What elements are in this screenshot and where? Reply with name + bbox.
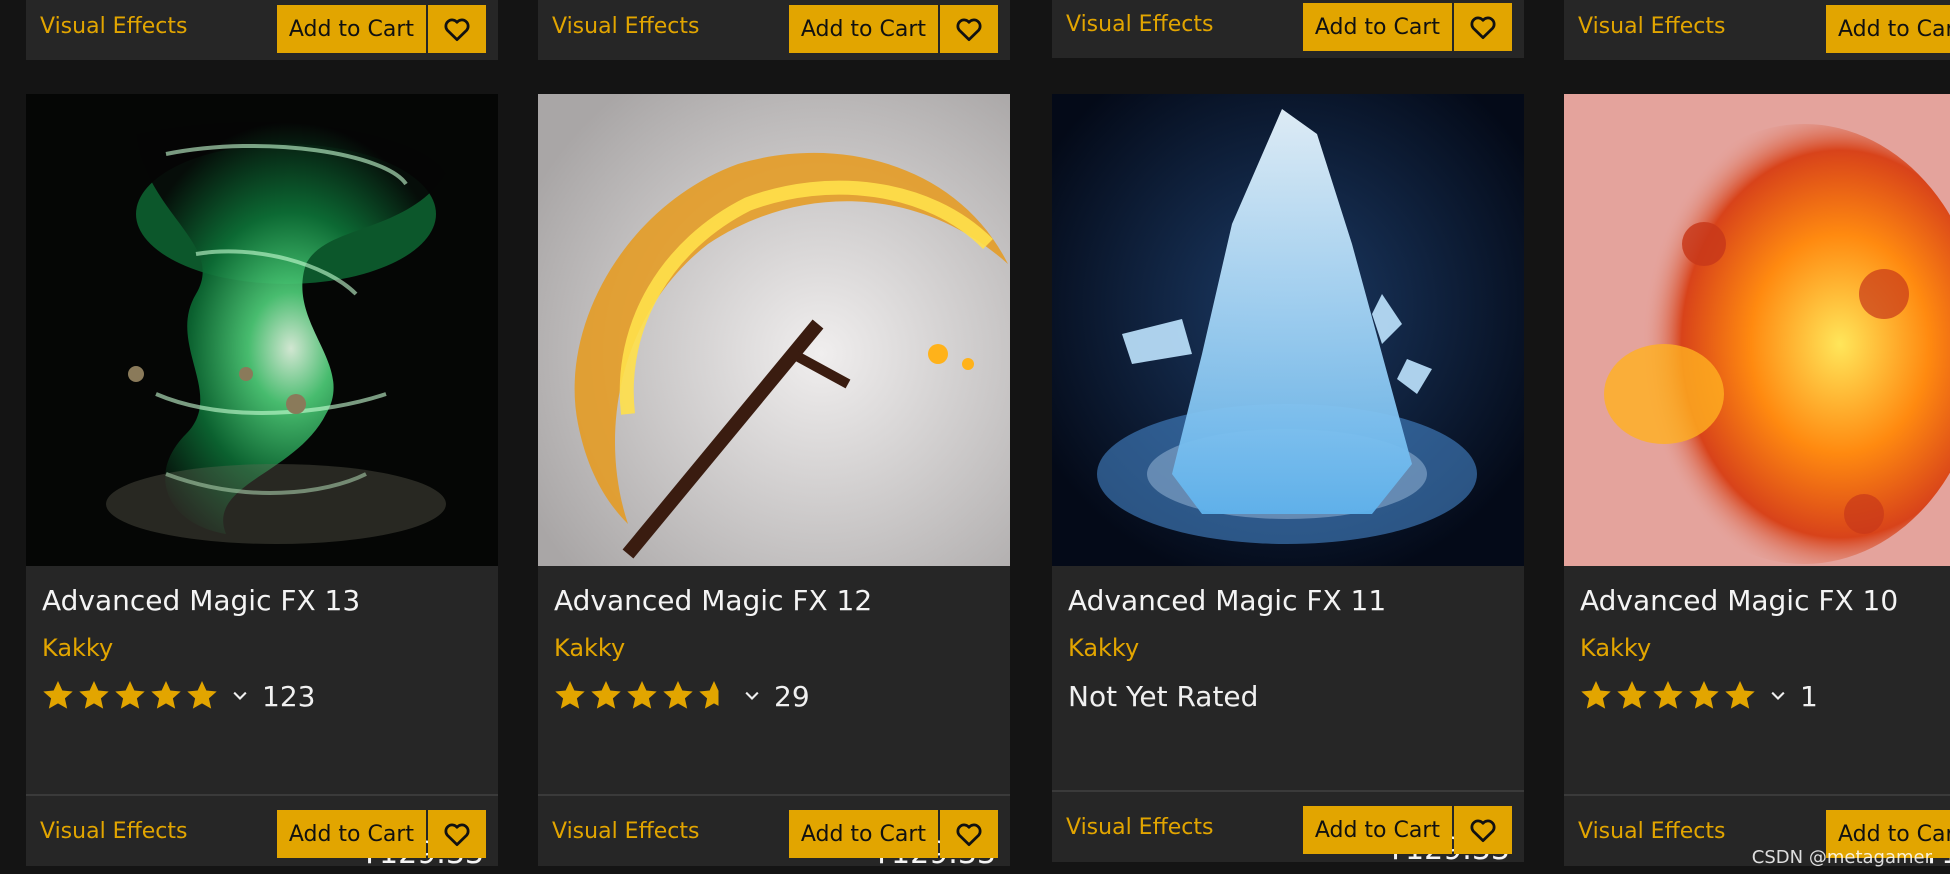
rating[interactable]: 29 bbox=[552, 676, 810, 716]
product-thumbnail[interactable] bbox=[1052, 94, 1524, 566]
prev-card-footer-2: Visual Effects Add to Cart bbox=[538, 0, 1010, 60]
category-link[interactable]: Visual Effects bbox=[1066, 815, 1213, 840]
product-title[interactable]: Advanced Magic FX 10 bbox=[1580, 584, 1898, 617]
product-title[interactable]: Advanced Magic FX 12 bbox=[554, 584, 872, 617]
wishlist-button[interactable] bbox=[428, 810, 486, 858]
watermark: CSDN @metagamer bbox=[1751, 847, 1932, 868]
add-to-cart-button[interactable]: Add to Cart bbox=[1302, 3, 1452, 51]
prev-card-footer-4: Visual Effects Add to Cart bbox=[1564, 0, 1950, 60]
category-link[interactable]: Visual Effects bbox=[1066, 12, 1213, 37]
divider bbox=[26, 794, 498, 796]
add-to-cart-button[interactable]: Add to Cart bbox=[276, 5, 426, 53]
heart-icon bbox=[444, 18, 470, 41]
category-link[interactable]: Visual Effects bbox=[552, 14, 699, 39]
add-to-cart-button[interactable]: Add to Cart bbox=[1302, 806, 1452, 854]
divider bbox=[1564, 794, 1950, 796]
category-link[interactable]: Visual Effects bbox=[1578, 14, 1725, 39]
wishlist-button[interactable] bbox=[1454, 3, 1512, 51]
category-link[interactable]: Visual Effects bbox=[40, 14, 187, 39]
product-author[interactable]: Kakky bbox=[1068, 634, 1139, 662]
product-thumbnail[interactable] bbox=[538, 94, 1010, 566]
prev-card-footer-1: Visual Effects Add to Cart bbox=[26, 0, 498, 60]
heart-icon bbox=[444, 823, 470, 846]
star-icon bbox=[1617, 681, 1647, 709]
star-icon bbox=[1725, 681, 1755, 709]
rating-stars bbox=[40, 678, 220, 714]
category-link[interactable]: Visual Effects bbox=[1578, 819, 1725, 844]
wishlist-button[interactable] bbox=[940, 5, 998, 53]
wishlist-button[interactable] bbox=[1454, 806, 1512, 854]
heart-icon bbox=[956, 823, 982, 846]
divider bbox=[538, 794, 1010, 796]
star-icon bbox=[555, 681, 585, 709]
star-icon bbox=[1689, 681, 1719, 709]
heart-icon bbox=[1470, 16, 1496, 39]
product-author[interactable]: Kakky bbox=[1580, 634, 1651, 662]
product-author[interactable]: Kakky bbox=[554, 634, 625, 662]
product-card[interactable]: Advanced Magic FX 12 Kakky 29 ¥129.33 Vi… bbox=[538, 94, 1010, 866]
star-icon bbox=[187, 681, 217, 709]
product-card[interactable]: Advanced Magic FX 11 Kakky Not Yet Rated… bbox=[1052, 94, 1524, 862]
add-to-cart-button[interactable]: Add to Cart bbox=[788, 5, 938, 53]
rating-stars bbox=[1578, 678, 1758, 714]
prev-card-footer-3: Visual Effects Add to Cart bbox=[1052, 0, 1524, 58]
product-title[interactable]: Advanced Magic FX 13 bbox=[42, 584, 360, 617]
wishlist-button[interactable] bbox=[940, 810, 998, 858]
star-icon bbox=[79, 681, 109, 709]
chevron-down-icon[interactable] bbox=[230, 686, 250, 706]
star-icon bbox=[627, 681, 657, 709]
add-to-cart-button[interactable]: Add to Cart bbox=[276, 810, 426, 858]
rating: Not Yet Rated bbox=[1066, 676, 1258, 716]
rating-count: 123 bbox=[262, 679, 316, 713]
star-icon bbox=[151, 681, 181, 709]
star-icon bbox=[1581, 681, 1611, 709]
chevron-down-icon[interactable] bbox=[1768, 686, 1788, 706]
product-title[interactable]: Advanced Magic FX 11 bbox=[1068, 584, 1386, 617]
add-to-cart-button[interactable]: Add to Cart bbox=[788, 810, 938, 858]
not-yet-rated-label: Not Yet Rated bbox=[1068, 679, 1259, 713]
rating[interactable]: 1 bbox=[1578, 676, 1818, 716]
category-link[interactable]: Visual Effects bbox=[40, 819, 187, 844]
product-author[interactable]: Kakky bbox=[42, 634, 113, 662]
rating-count: 1 bbox=[1800, 679, 1818, 713]
star-icon bbox=[115, 681, 145, 709]
product-card[interactable]: Advanced Magic FX 13 Kakky 123 ¥129.33 V… bbox=[26, 94, 498, 866]
product-thumbnail[interactable] bbox=[26, 94, 498, 566]
rating-stars bbox=[552, 678, 732, 714]
star-icon bbox=[591, 681, 621, 709]
add-to-cart-button[interactable]: Add to Cart bbox=[1826, 5, 1950, 53]
star-icon bbox=[1653, 681, 1683, 709]
divider bbox=[1052, 790, 1524, 792]
heart-icon bbox=[1470, 819, 1496, 842]
product-thumbnail[interactable] bbox=[1564, 94, 1950, 566]
category-link[interactable]: Visual Effects bbox=[552, 819, 699, 844]
rating[interactable]: 123 bbox=[40, 676, 315, 716]
star-half-icon bbox=[699, 681, 719, 709]
chevron-down-icon[interactable] bbox=[742, 686, 762, 706]
wishlist-button[interactable] bbox=[428, 5, 486, 53]
heart-icon bbox=[956, 18, 982, 41]
product-card[interactable]: Advanced Magic FX 10 Kakky 1 ¥129.33 Vis… bbox=[1564, 94, 1950, 866]
star-icon bbox=[43, 681, 73, 709]
star-icon bbox=[663, 681, 693, 709]
rating-count: 29 bbox=[774, 679, 810, 713]
